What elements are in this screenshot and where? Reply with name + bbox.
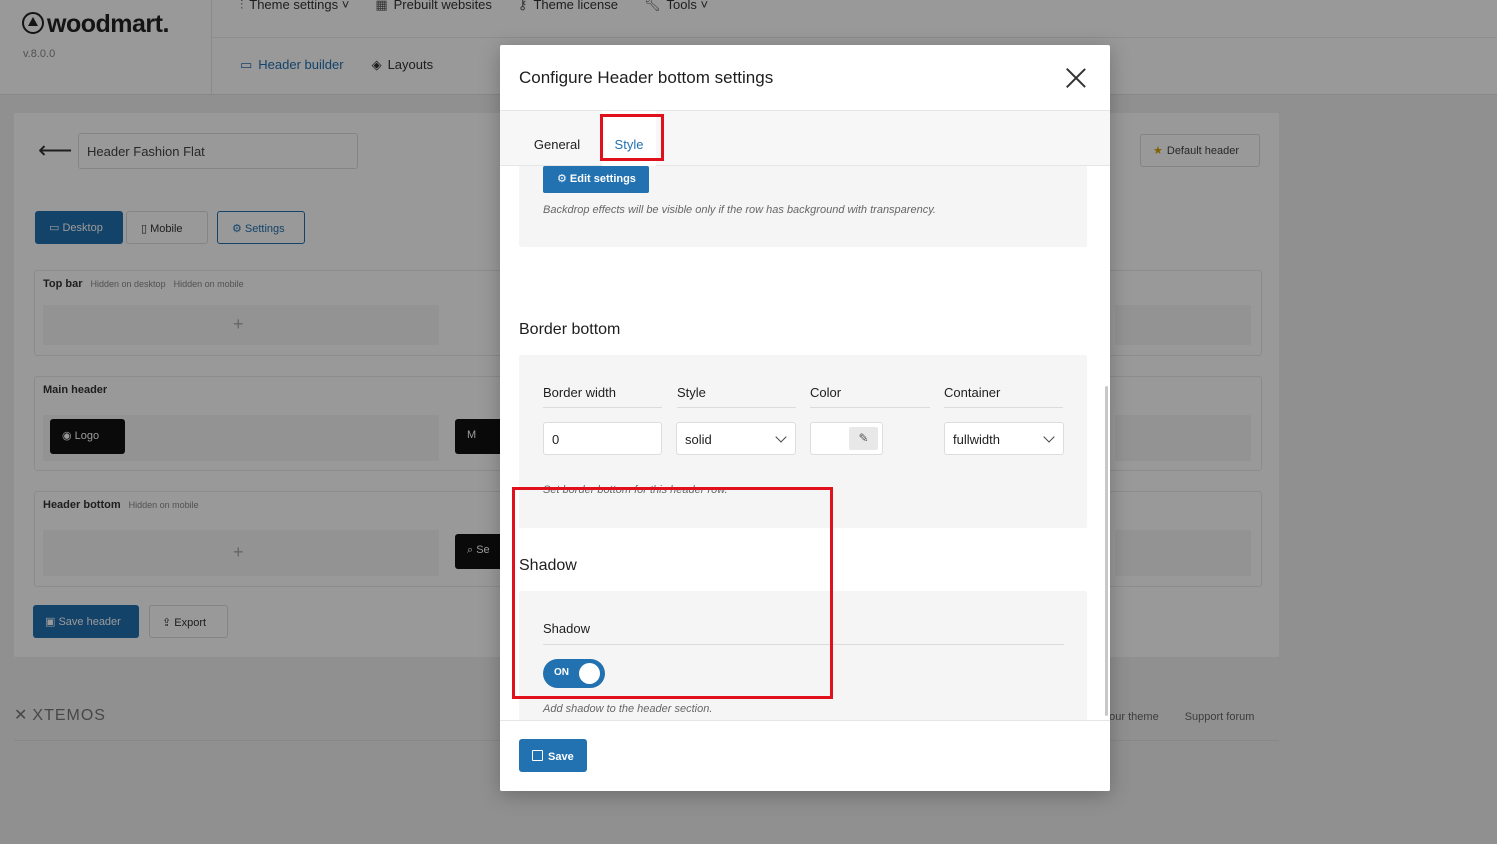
tab-general[interactable]: General	[522, 111, 592, 165]
shadow-hint: Add shadow to the header section.	[543, 703, 713, 715]
save-button[interactable]: Save	[519, 739, 587, 772]
border-width-label: Border width	[543, 385, 616, 400]
border-width-input[interactable]: 0	[543, 422, 662, 455]
border-color-label: Color	[810, 385, 842, 400]
close-icon[interactable]	[1065, 67, 1087, 89]
modal-header: Configure Header bottom settings	[500, 45, 1110, 111]
divider	[543, 407, 662, 408]
modal-footer: Save	[500, 720, 1110, 791]
chevron-down-icon	[1043, 431, 1055, 443]
modal-tabs: General Style	[500, 111, 1110, 166]
gear-icon: ⚙	[557, 173, 570, 185]
border-style-select[interactable]: solid	[676, 422, 796, 455]
highlight-box-style-tab	[600, 114, 664, 161]
edit-settings-button[interactable]: ⚙ Edit settings	[543, 166, 649, 193]
border-style-label: Style	[677, 385, 706, 400]
modal-title: Configure Header bottom settings	[519, 68, 774, 87]
backdrop-hint: Backdrop effects will be visible only if…	[543, 204, 936, 216]
chevron-down-icon	[775, 431, 787, 443]
backdrop-card: ⚙ Edit settings Backdrop effects will be…	[519, 166, 1087, 247]
border-color-picker[interactable]: ✎	[810, 422, 883, 455]
divider	[810, 407, 930, 408]
border-bottom-title: Border bottom	[519, 321, 621, 338]
divider	[677, 407, 796, 408]
divider	[944, 407, 1063, 408]
eyedropper-icon[interactable]: ✎	[849, 427, 878, 450]
border-container-label: Container	[944, 385, 1001, 400]
border-container-select[interactable]: fullwidth	[944, 422, 1064, 455]
modal-scrollbar[interactable]	[1105, 386, 1108, 716]
floppy-icon	[532, 750, 543, 761]
highlight-box-shadow	[512, 487, 833, 699]
